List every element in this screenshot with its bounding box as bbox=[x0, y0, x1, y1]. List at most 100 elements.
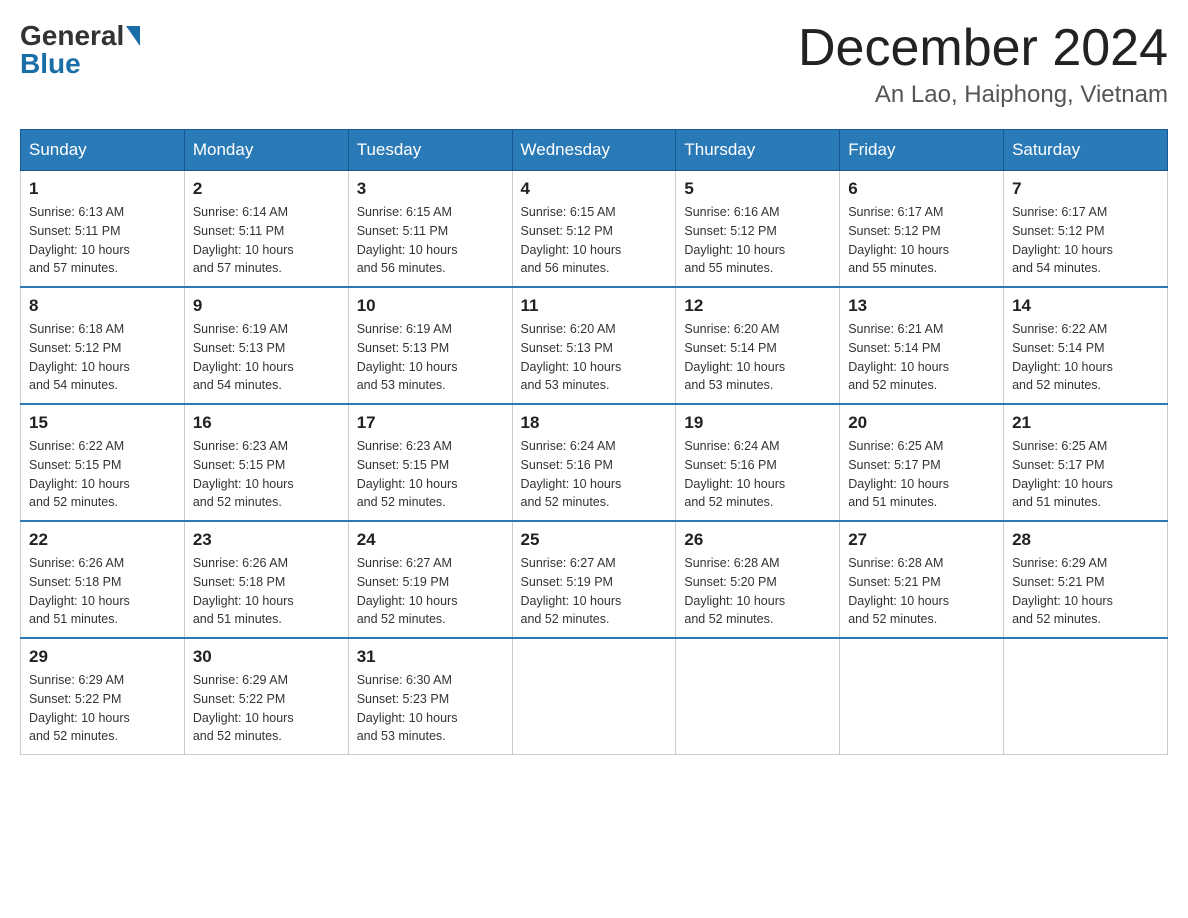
logo-blue-text: Blue bbox=[20, 48, 81, 80]
location-subtitle: An Lao, Haiphong, Vietnam bbox=[798, 81, 1168, 109]
calendar-cell: 7 Sunrise: 6:17 AMSunset: 5:12 PMDaylight… bbox=[1004, 171, 1168, 288]
day-info: Sunrise: 6:19 AMSunset: 5:13 PMDaylight:… bbox=[193, 320, 340, 395]
day-info: Sunrise: 6:16 AMSunset: 5:12 PMDaylight:… bbox=[684, 203, 831, 278]
calendar-cell: 5 Sunrise: 6:16 AMSunset: 5:12 PMDaylight… bbox=[676, 171, 840, 288]
calendar-cell: 20Sunrise: 6:25 AMSunset: 5:17 PMDayligh… bbox=[840, 404, 1004, 521]
calendar-cell: 26 Sunrise: 6:28 AMSunset: 5:20 PMDayligh… bbox=[676, 521, 840, 638]
calendar-week-row: 1 Sunrise: 6:13 AMSunset: 5:11 PMDaylight… bbox=[21, 171, 1168, 288]
calendar-cell: 31Sunrise: 6:30 AMSunset: 5:23 PMDayligh… bbox=[348, 638, 512, 755]
day-number: 19 bbox=[684, 413, 831, 433]
day-info: Sunrise: 6:17 AMSunset: 5:12 PMDaylight:… bbox=[1012, 203, 1159, 278]
calendar-cell: 24Sunrise: 6:27 AMSunset: 5:19 PMDayligh… bbox=[348, 521, 512, 638]
logo-arrow-icon bbox=[126, 26, 140, 46]
day-info: Sunrise: 6:25 AMSunset: 5:17 PMDaylight:… bbox=[848, 437, 995, 512]
day-number: 6 bbox=[848, 179, 995, 199]
day-number: 24 bbox=[357, 530, 504, 550]
day-number: 27 bbox=[848, 530, 995, 550]
day-info: Sunrise: 6:21 AMSunset: 5:14 PMDaylight:… bbox=[848, 320, 995, 395]
calendar-week-row: 15 Sunrise: 6:22 AMSunset: 5:15 PMDayligh… bbox=[21, 404, 1168, 521]
calendar-cell: 18 Sunrise: 6:24 AMSunset: 5:16 PMDayligh… bbox=[512, 404, 676, 521]
calendar-cell bbox=[512, 638, 676, 755]
day-number: 18 bbox=[521, 413, 668, 433]
calendar-cell bbox=[840, 638, 1004, 755]
day-info: Sunrise: 6:22 AMSunset: 5:15 PMDaylight:… bbox=[29, 437, 176, 512]
calendar-cell: 27 Sunrise: 6:28 AMSunset: 5:21 PMDayligh… bbox=[840, 521, 1004, 638]
day-number: 23 bbox=[193, 530, 340, 550]
calendar-header-thursday: Thursday bbox=[676, 130, 840, 171]
day-info: Sunrise: 6:25 AMSunset: 5:17 PMDaylight:… bbox=[1012, 437, 1159, 512]
calendar-week-row: 22Sunrise: 6:26 AMSunset: 5:18 PMDayligh… bbox=[21, 521, 1168, 638]
calendar-cell bbox=[1004, 638, 1168, 755]
day-number: 2 bbox=[193, 179, 340, 199]
calendar-cell: 11 Sunrise: 6:20 AMSunset: 5:13 PMDayligh… bbox=[512, 287, 676, 404]
day-info: Sunrise: 6:14 AMSunset: 5:11 PMDaylight:… bbox=[193, 203, 340, 278]
calendar-cell: 23 Sunrise: 6:26 AMSunset: 5:18 PMDayligh… bbox=[184, 521, 348, 638]
day-number: 7 bbox=[1012, 179, 1159, 199]
calendar-cell: 16Sunrise: 6:23 AMSunset: 5:15 PMDayligh… bbox=[184, 404, 348, 521]
calendar-cell: 2 Sunrise: 6:14 AMSunset: 5:11 PMDaylight… bbox=[184, 171, 348, 288]
day-number: 26 bbox=[684, 530, 831, 550]
calendar-cell: 14Sunrise: 6:22 AMSunset: 5:14 PMDayligh… bbox=[1004, 287, 1168, 404]
calendar-cell: 29 Sunrise: 6:29 AMSunset: 5:22 PMDayligh… bbox=[21, 638, 185, 755]
day-info: Sunrise: 6:28 AMSunset: 5:20 PMDaylight:… bbox=[684, 554, 831, 629]
day-info: Sunrise: 6:29 AMSunset: 5:21 PMDaylight:… bbox=[1012, 554, 1159, 629]
day-number: 10 bbox=[357, 296, 504, 316]
day-info: Sunrise: 6:18 AMSunset: 5:12 PMDaylight:… bbox=[29, 320, 176, 395]
calendar-cell: 10 Sunrise: 6:19 AMSunset: 5:13 PMDayligh… bbox=[348, 287, 512, 404]
day-info: Sunrise: 6:15 AMSunset: 5:12 PMDaylight:… bbox=[521, 203, 668, 278]
calendar-cell: 6 Sunrise: 6:17 AMSunset: 5:12 PMDaylight… bbox=[840, 171, 1004, 288]
day-info: Sunrise: 6:29 AMSunset: 5:22 PMDaylight:… bbox=[29, 671, 176, 746]
calendar-cell bbox=[676, 638, 840, 755]
day-number: 21 bbox=[1012, 413, 1159, 433]
day-number: 11 bbox=[521, 296, 668, 316]
day-number: 9 bbox=[193, 296, 340, 316]
calendar-cell: 15 Sunrise: 6:22 AMSunset: 5:15 PMDayligh… bbox=[21, 404, 185, 521]
day-info: Sunrise: 6:15 AMSunset: 5:11 PMDaylight:… bbox=[357, 203, 504, 278]
day-number: 29 bbox=[29, 647, 176, 667]
day-number: 17 bbox=[357, 413, 504, 433]
day-number: 25 bbox=[521, 530, 668, 550]
calendar-cell: 3Sunrise: 6:15 AMSunset: 5:11 PMDaylight… bbox=[348, 171, 512, 288]
day-info: Sunrise: 6:13 AMSunset: 5:11 PMDaylight:… bbox=[29, 203, 176, 278]
day-info: Sunrise: 6:19 AMSunset: 5:13 PMDaylight:… bbox=[357, 320, 504, 395]
day-info: Sunrise: 6:26 AMSunset: 5:18 PMDaylight:… bbox=[29, 554, 176, 629]
day-info: Sunrise: 6:17 AMSunset: 5:12 PMDaylight:… bbox=[848, 203, 995, 278]
calendar-week-row: 29 Sunrise: 6:29 AMSunset: 5:22 PMDayligh… bbox=[21, 638, 1168, 755]
day-info: Sunrise: 6:26 AMSunset: 5:18 PMDaylight:… bbox=[193, 554, 340, 629]
day-number: 13 bbox=[848, 296, 995, 316]
calendar-cell: 1 Sunrise: 6:13 AMSunset: 5:11 PMDaylight… bbox=[21, 171, 185, 288]
day-info: Sunrise: 6:20 AMSunset: 5:14 PMDaylight:… bbox=[684, 320, 831, 395]
day-info: Sunrise: 6:20 AMSunset: 5:13 PMDaylight:… bbox=[521, 320, 668, 395]
calendar-header-tuesday: Tuesday bbox=[348, 130, 512, 171]
calendar-cell: 21 Sunrise: 6:25 AMSunset: 5:17 PMDayligh… bbox=[1004, 404, 1168, 521]
calendar-week-row: 8 Sunrise: 6:18 AMSunset: 5:12 PMDaylight… bbox=[21, 287, 1168, 404]
calendar-cell: 9 Sunrise: 6:19 AMSunset: 5:13 PMDaylight… bbox=[184, 287, 348, 404]
day-info: Sunrise: 6:24 AMSunset: 5:16 PMDaylight:… bbox=[521, 437, 668, 512]
calendar-cell: 17 Sunrise: 6:23 AMSunset: 5:15 PMDayligh… bbox=[348, 404, 512, 521]
calendar-cell: 25Sunrise: 6:27 AMSunset: 5:19 PMDayligh… bbox=[512, 521, 676, 638]
day-number: 31 bbox=[357, 647, 504, 667]
calendar-header-row: SundayMondayTuesdayWednesdayThursdayFrid… bbox=[21, 130, 1168, 171]
day-number: 30 bbox=[193, 647, 340, 667]
calendar-header-monday: Monday bbox=[184, 130, 348, 171]
page-header: General Blue December 2024 An Lao, Haiph… bbox=[20, 20, 1168, 109]
day-number: 5 bbox=[684, 179, 831, 199]
day-info: Sunrise: 6:23 AMSunset: 5:15 PMDaylight:… bbox=[357, 437, 504, 512]
calendar-header-sunday: Sunday bbox=[21, 130, 185, 171]
logo: General Blue bbox=[20, 20, 144, 80]
day-info: Sunrise: 6:29 AMSunset: 5:22 PMDaylight:… bbox=[193, 671, 340, 746]
day-info: Sunrise: 6:22 AMSunset: 5:14 PMDaylight:… bbox=[1012, 320, 1159, 395]
day-info: Sunrise: 6:24 AMSunset: 5:16 PMDaylight:… bbox=[684, 437, 831, 512]
day-number: 8 bbox=[29, 296, 176, 316]
calendar-cell: 22Sunrise: 6:26 AMSunset: 5:18 PMDayligh… bbox=[21, 521, 185, 638]
day-number: 15 bbox=[29, 413, 176, 433]
calendar-header-friday: Friday bbox=[840, 130, 1004, 171]
calendar-cell: 30 Sunrise: 6:29 AMSunset: 5:22 PMDayligh… bbox=[184, 638, 348, 755]
calendar-header-wednesday: Wednesday bbox=[512, 130, 676, 171]
calendar-table: SundayMondayTuesdayWednesdayThursdayFrid… bbox=[20, 129, 1168, 755]
calendar-header-saturday: Saturday bbox=[1004, 130, 1168, 171]
day-number: 1 bbox=[29, 179, 176, 199]
day-info: Sunrise: 6:28 AMSunset: 5:21 PMDaylight:… bbox=[848, 554, 995, 629]
calendar-cell: 4Sunrise: 6:15 AMSunset: 5:12 PMDaylight… bbox=[512, 171, 676, 288]
day-number: 28 bbox=[1012, 530, 1159, 550]
